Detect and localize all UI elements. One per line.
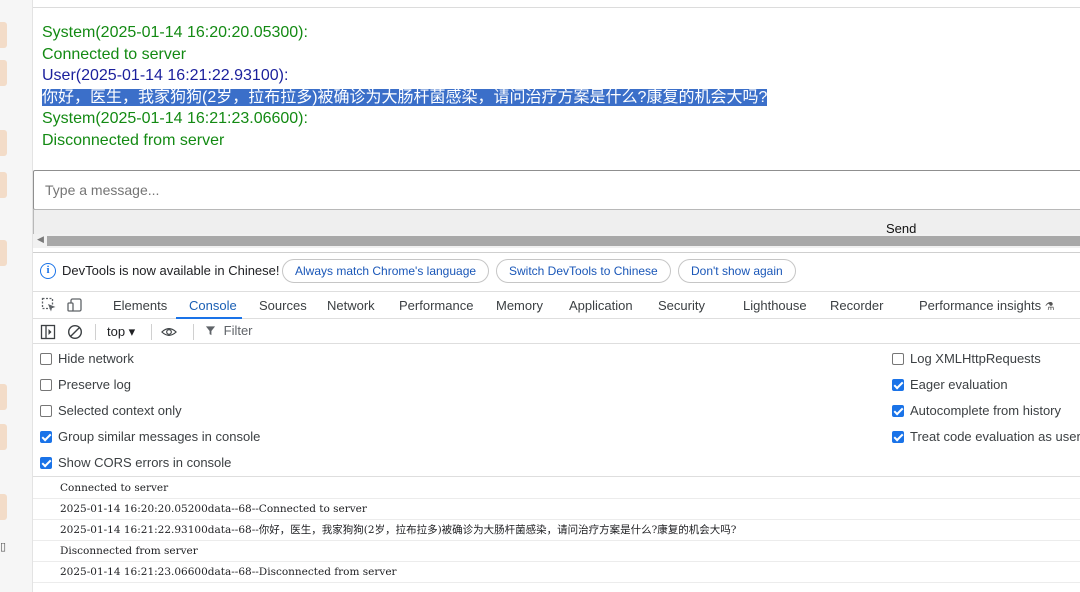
checkbox-label: Autocomplete from history: [910, 403, 1062, 418]
preserve-log-checkbox[interactable]: Preserve log: [40, 377, 131, 392]
horizontal-scrollbar[interactable]: ◀: [33, 234, 1080, 248]
dock-icon: ▯: [0, 540, 7, 553]
user-message-text: 你好，医生，我家狗狗(2岁，拉布拉多)被确诊为大肠杆菌感染，请问治疗方案是什么?…: [42, 87, 1072, 109]
send-button[interactable]: Send: [33, 209, 1080, 235]
scroll-left-arrow-icon[interactable]: ◀: [37, 235, 44, 245]
checkbox-checked[interactable]: [40, 431, 52, 443]
gutter-marker: [0, 22, 7, 48]
devtools-panel: i DevTools is now available in Chinese! …: [33, 252, 1080, 592]
console-message: Connected to server: [33, 478, 1080, 499]
tab-memory[interactable]: Memory: [496, 298, 543, 313]
chat-log: System(2025-01-14 16:20:20.05300): Connec…: [42, 22, 1072, 151]
execution-context-select[interactable]: top ▾: [107, 324, 135, 340]
system-message-header: System(2025-01-14 16:20:20.05300):: [42, 24, 308, 41]
checkbox-label: Hide network: [58, 351, 134, 366]
tab-performance-insights-label: Performance insights: [919, 298, 1042, 313]
tab-application[interactable]: Application: [569, 298, 633, 313]
message-input[interactable]: [33, 170, 1080, 210]
message-text-content: 你好，医生，我家狗狗(2岁，拉布拉多)被确诊为大肠杆菌感染，请问治疗方案是什么?…: [42, 88, 768, 106]
autocomplete-from-history-checkbox[interactable]: Autocomplete from history: [892, 403, 1061, 418]
checkbox-label: Eager evaluation: [910, 377, 1008, 392]
system-message-text: Connected to server: [42, 44, 1072, 66]
console-message: Disconnected from server: [33, 541, 1080, 562]
checkbox-label: Selected context only: [58, 403, 182, 418]
checkbox[interactable]: [40, 379, 52, 391]
checkbox-checked[interactable]: [892, 431, 904, 443]
inspect-element-icon[interactable]: [41, 297, 57, 313]
toolbar-divider: [151, 324, 152, 340]
gutter-marker: [0, 172, 7, 198]
checkbox[interactable]: [892, 353, 904, 365]
checkbox[interactable]: [40, 353, 52, 365]
console-toolbar: top ▾ Filter: [33, 320, 1080, 344]
checkbox-label: Show CORS errors in console: [58, 455, 232, 470]
tab-sources[interactable]: Sources: [259, 298, 307, 313]
tab-recorder[interactable]: Recorder: [830, 298, 883, 313]
tab-lighthouse[interactable]: Lighthouse: [743, 298, 807, 313]
tab-network[interactable]: Network: [327, 298, 375, 313]
system-message-header: System(2025-01-14 16:21:23.06600):: [42, 110, 308, 127]
gutter-marker: [0, 130, 7, 156]
tab-performance[interactable]: Performance: [399, 298, 473, 313]
switch-to-chinese-button[interactable]: Switch DevTools to Chinese: [496, 259, 671, 283]
checkbox-label: Preserve log: [58, 377, 131, 392]
gutter-marker: [0, 384, 7, 410]
log-xmlhttprequests-checkbox[interactable]: Log XMLHttpRequests: [892, 351, 1041, 366]
tab-security[interactable]: Security: [658, 298, 705, 313]
system-message-text: Disconnected from server: [42, 130, 1072, 152]
devtools-tab-bar: Elements Console Sources Network Perform…: [33, 291, 1080, 319]
experimental-flask-icon: ⚗: [1044, 300, 1055, 313]
toolbar-divider: [193, 324, 194, 340]
show-sidebar-icon[interactable]: [40, 324, 56, 340]
checkbox-label: Group similar messages in console: [58, 429, 261, 444]
eager-evaluation-checkbox[interactable]: Eager evaluation: [892, 377, 1008, 392]
toolbar-divider: [95, 324, 96, 340]
active-tab-indicator: [176, 317, 242, 319]
filter-icon: [205, 326, 216, 336]
device-toolbar-icon[interactable]: [67, 297, 83, 313]
infobar-message: DevTools is now available in Chinese!: [62, 263, 280, 278]
user-message-header: User(2025-01-14 16:21:22.93100):: [42, 67, 289, 84]
left-page-gutter: ▯: [0, 0, 33, 592]
checkbox-label: Treat code evaluation as user: [910, 429, 1080, 444]
checkbox-label: Log XMLHttpRequests: [910, 351, 1041, 366]
checkbox-checked[interactable]: [892, 379, 904, 391]
dont-show-again-button[interactable]: Don't show again: [678, 259, 796, 283]
message-text-content: Connected to server: [42, 45, 187, 63]
info-icon: i: [40, 263, 56, 279]
console-message: 2025-01-14 16:21:23.06600data--68--Disco…: [33, 562, 1080, 583]
gutter-marker: [0, 424, 7, 450]
always-match-language-button[interactable]: Always match Chrome's language: [282, 259, 490, 283]
show-cors-errors-checkbox[interactable]: Show CORS errors in console: [40, 455, 231, 470]
gutter-marker: [0, 60, 7, 86]
clear-console-icon[interactable]: [67, 324, 83, 340]
console-message: 2025-01-14 16:20:20.05200data--68--Conne…: [33, 499, 1080, 520]
console-filter-input[interactable]: Filter: [205, 323, 253, 338]
language-infobar: i DevTools is now available in Chinese! …: [33, 253, 1080, 289]
tab-elements[interactable]: Elements: [113, 298, 167, 313]
selected-context-only-checkbox[interactable]: Selected context only: [40, 403, 182, 418]
message-text-content: Disconnected from server: [42, 131, 225, 149]
tab-performance-insights[interactable]: Performance insights ⚗: [919, 298, 1055, 313]
filter-placeholder: Filter: [223, 323, 253, 338]
hide-network-checkbox[interactable]: Hide network: [40, 351, 134, 366]
page-top-edge: [33, 0, 1080, 8]
console-settings: Hide network Preserve log Selected conte…: [33, 345, 1080, 477]
live-expression-eye-icon[interactable]: [161, 324, 177, 340]
checkbox-checked[interactable]: [892, 405, 904, 417]
gutter-marker: [0, 494, 7, 520]
treat-code-evaluation-checkbox[interactable]: Treat code evaluation as user: [892, 429, 1080, 444]
console-messages: Connected to server 2025-01-14 16:20:20.…: [33, 478, 1080, 583]
console-message: 2025-01-14 16:21:22.93100data--68--你好，医生…: [33, 520, 1080, 541]
checkbox[interactable]: [40, 405, 52, 417]
tab-console[interactable]: Console: [189, 298, 237, 313]
checkbox-checked[interactable]: [40, 457, 52, 469]
gutter-marker: [0, 240, 7, 266]
scrollbar-thumb[interactable]: [47, 236, 1080, 246]
group-similar-checkbox[interactable]: Group similar messages in console: [40, 429, 260, 444]
